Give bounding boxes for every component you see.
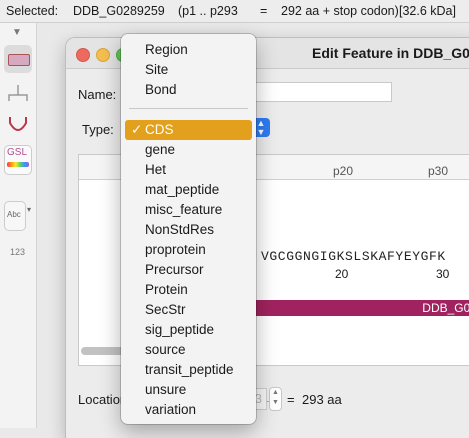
feature-toolbar: ▼ GSL Abc ▾ 123 bbox=[0, 23, 37, 428]
menu-item-transit-peptide[interactable]: transit_peptide bbox=[121, 360, 256, 380]
ruler-tick-label: p30 bbox=[428, 164, 449, 178]
menu-item-secstr[interactable]: SecStr bbox=[121, 300, 256, 320]
menu-item-misc-feature[interactable]: misc_feature bbox=[121, 200, 256, 220]
site-marker-icon bbox=[8, 85, 28, 101]
selected-mass: [32.6 kDa] bbox=[399, 4, 456, 18]
sequence-position-label: 20 bbox=[335, 267, 349, 281]
window-title: Edit Feature in DDB_G02 bbox=[312, 45, 469, 61]
menu-item-bond[interactable]: Bond bbox=[121, 80, 256, 100]
menu-item-proprotein[interactable]: proprotein bbox=[121, 240, 256, 260]
bond-tool-button[interactable] bbox=[4, 111, 32, 139]
gsl-tool-button[interactable]: GSL bbox=[4, 145, 32, 175]
chevron-down-icon[interactable]: ▼ bbox=[12, 27, 22, 38]
menu-item-mat-peptide[interactable]: mat_peptide bbox=[121, 180, 256, 200]
menu-item-precursor[interactable]: Precursor bbox=[121, 260, 256, 280]
menu-item-region[interactable]: Region bbox=[121, 40, 256, 60]
gsl-label: GSL bbox=[7, 147, 28, 158]
menu-item-variation[interactable]: variation bbox=[121, 400, 256, 420]
menu-item-nonstdres[interactable]: NonStdRes bbox=[121, 220, 256, 240]
close-window-button[interactable] bbox=[76, 48, 90, 62]
menu-item-unsure[interactable]: unsure bbox=[121, 380, 256, 400]
abc-label: Abc bbox=[7, 210, 21, 219]
bond-arc-icon bbox=[9, 117, 27, 131]
sequence-position-label: 30 bbox=[436, 267, 450, 281]
menu-separator bbox=[129, 108, 248, 109]
type-dropdown-menu: Region Site Bond ✓ CDS gene Het mat_pept… bbox=[121, 34, 256, 424]
selected-label: Selected: bbox=[6, 4, 59, 18]
protein-sequence: VGCGGNGIGKSLSKAFYEYGFK bbox=[261, 249, 446, 264]
menu-item-source[interactable]: source bbox=[121, 340, 256, 360]
checkmark-icon: ✓ bbox=[131, 122, 143, 137]
menu-item-site[interactable]: Site bbox=[121, 60, 256, 80]
location-stepper[interactable]: ▲ ▼ bbox=[269, 387, 282, 411]
location-equals: = bbox=[287, 392, 295, 407]
name-label: Name: bbox=[78, 87, 117, 102]
menu-item-sig-peptide[interactable]: sig_peptide bbox=[121, 320, 256, 340]
gsl-color-bar-icon bbox=[7, 162, 29, 167]
type-label: Type: bbox=[82, 122, 114, 137]
location-label: Location bbox=[78, 392, 128, 407]
feature-bar-label: DDB_G02 bbox=[422, 301, 469, 315]
menu-item-cds[interactable]: ✓ CDS bbox=[125, 120, 252, 140]
menu-item-label: CDS bbox=[145, 122, 174, 137]
region-tool-button[interactable] bbox=[4, 45, 32, 73]
menu-item-protein[interactable]: Protein bbox=[121, 280, 256, 300]
text-style-button[interactable]: Abc bbox=[4, 201, 26, 231]
site-tool-button[interactable] bbox=[4, 79, 32, 107]
stepper-arrows-icon: ▲ ▼ bbox=[272, 389, 279, 406]
number-label: 123 bbox=[10, 247, 26, 257]
selected-equals: = bbox=[260, 4, 268, 18]
location-length: 293 aa bbox=[302, 392, 342, 407]
selected-length: 292 aa + stop codon) bbox=[281, 4, 399, 18]
selection-status-bar: Selected: DDB_G0289259 (p1 .. p293 = 292… bbox=[0, 0, 469, 23]
feature-annotation-bar[interactable]: DDB_G02 bbox=[253, 300, 469, 316]
selected-range: (p1 .. p293 bbox=[178, 4, 238, 18]
selected-feature-id: DDB_G0289259 bbox=[73, 4, 165, 18]
menu-item-gene[interactable]: gene bbox=[121, 140, 256, 160]
minimize-window-button[interactable] bbox=[96, 48, 110, 62]
ruler-tick-label: p20 bbox=[333, 164, 354, 178]
text-style-menu-arrow[interactable]: ▾ bbox=[27, 205, 35, 225]
region-shape-icon bbox=[8, 54, 30, 66]
menu-item-het[interactable]: Het bbox=[121, 160, 256, 180]
